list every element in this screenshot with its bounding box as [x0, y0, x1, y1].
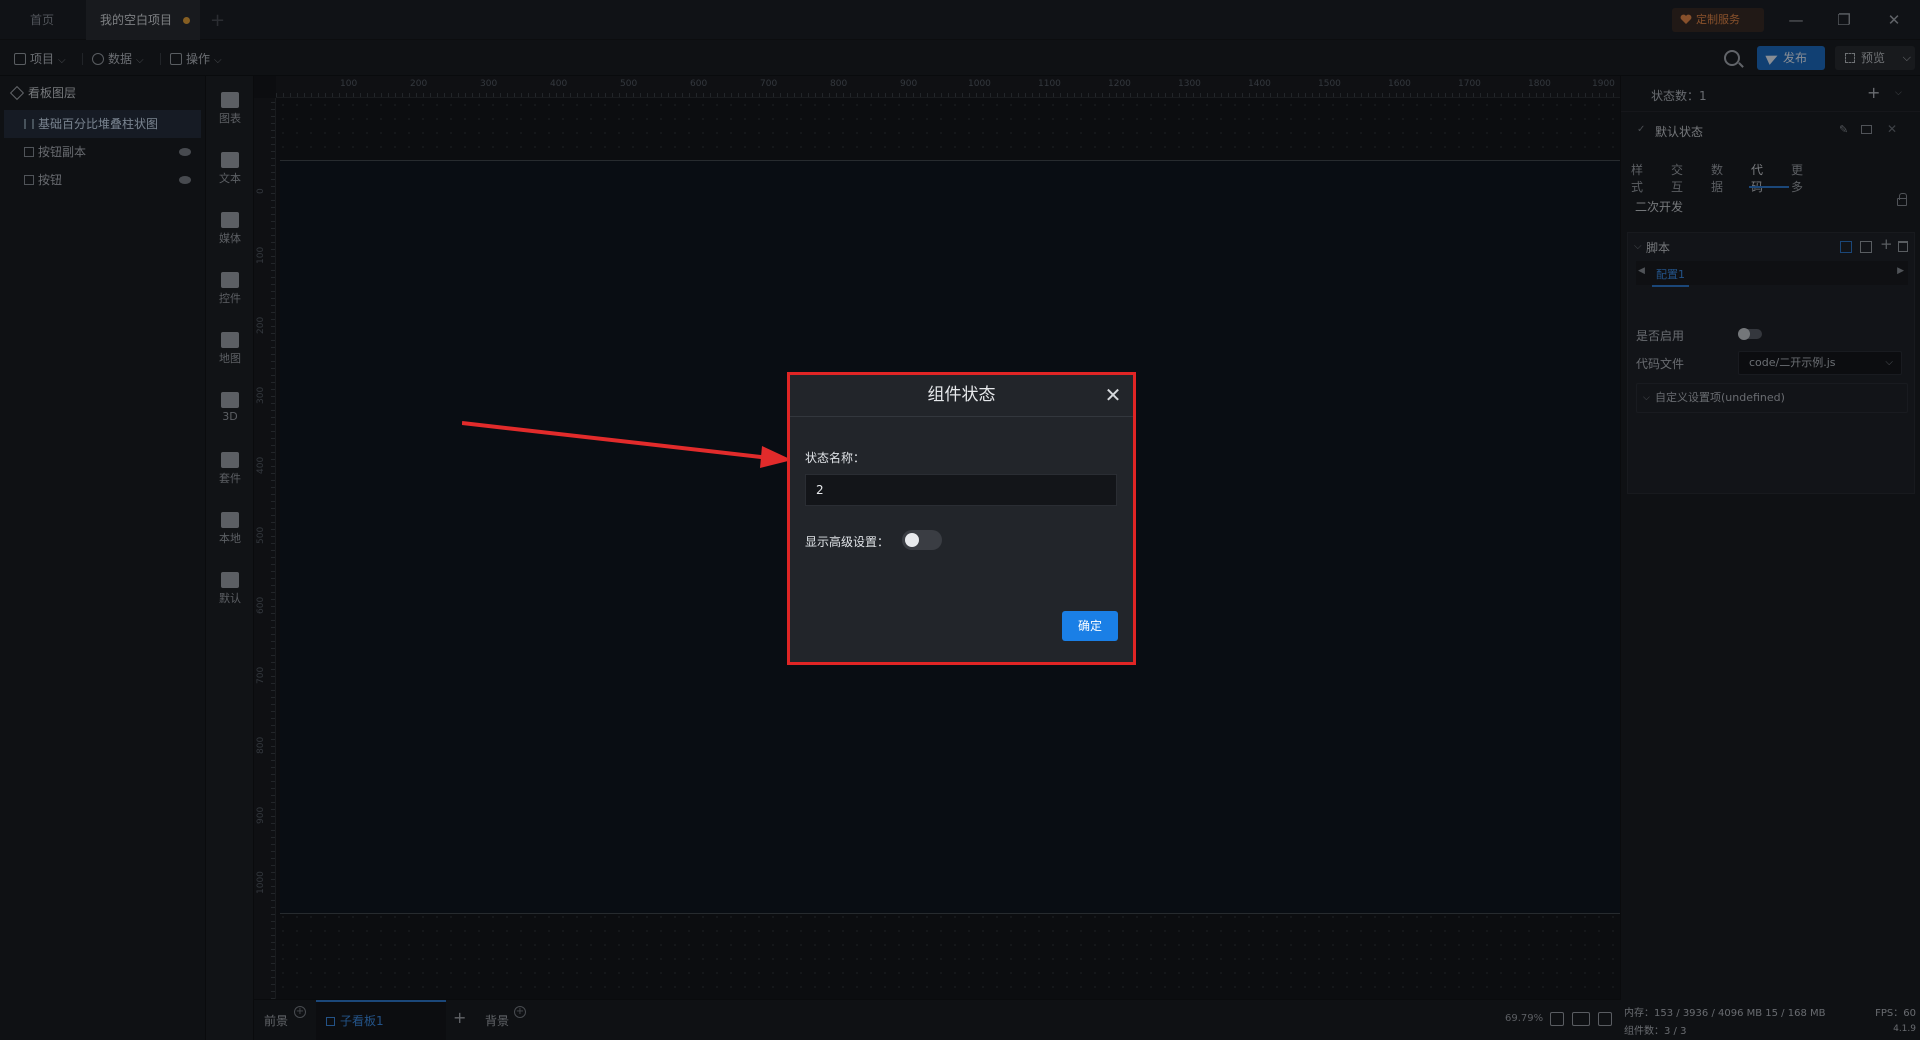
state-name-input[interactable] — [805, 474, 1117, 506]
state-name-label: 状态名称： — [805, 451, 866, 465]
close-icon[interactable]: ✕ — [1103, 385, 1123, 405]
component-state-dialog: 组件状态 ✕ 状态名称： 显示高级设置： 确定 — [787, 372, 1136, 665]
advanced-settings-label: 显示高级设置： — [805, 535, 890, 549]
confirm-button[interactable]: 确定 — [1062, 611, 1118, 641]
advanced-settings-toggle[interactable] — [902, 530, 942, 550]
annotation-arrow — [462, 421, 792, 468]
dialog-title: 组件状态 — [927, 385, 996, 405]
dialog-header: 组件状态 ✕ — [790, 375, 1133, 417]
